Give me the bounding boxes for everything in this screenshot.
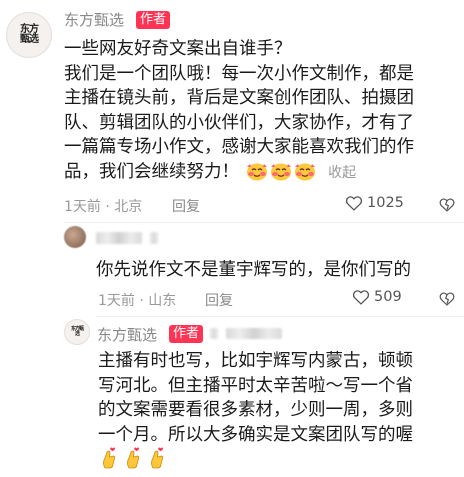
reply-line: 主播有时也写，比如宇辉写内蒙古，顿顿 <box>98 351 413 371</box>
comment-line: 品，我们会继续努力！ 收起 <box>64 160 459 189</box>
reply-line: 一个月。所以大多确实是文案团队写的喔 <box>98 424 413 445</box>
like-button[interactable]: 1025 <box>345 195 404 211</box>
reply-line: 写河北。但主播平时太辛苦啦～写一个省 <box>98 375 413 396</box>
reply-time-location: 1天前 · 山东 <box>98 293 177 309</box>
reply-line: 的文案需要看很多素材，少则一周，多则 <box>98 400 413 420</box>
reply-target-blurred <box>210 328 218 339</box>
comment-line: 一些网友好奇文案出自谁手？ <box>64 39 292 59</box>
like-count: 509 <box>374 289 402 305</box>
blush-emoji <box>246 161 268 189</box>
blush-emoji <box>270 161 292 189</box>
comment-line-text: 品，我们会继续努力！ <box>64 161 239 182</box>
heart-icon <box>345 196 363 211</box>
comment-line: 主播在镜头前，背后是文案创作团队、拍摄团 <box>64 88 414 108</box>
divider <box>64 222 464 223</box>
reply-button[interactable]: 回复 <box>205 290 233 310</box>
comment-line: 我们是一个团队哦！每一次小作文制作，都是 <box>64 63 414 84</box>
like-button[interactable]: 509 <box>352 289 402 305</box>
username[interactable]: 东方甄选 <box>64 9 124 30</box>
finger-heart-emoji <box>147 447 169 477</box>
author-badge: 作者 <box>169 325 204 343</box>
reply-button[interactable]: 回复 <box>172 196 200 216</box>
divider <box>96 316 464 317</box>
heart-icon <box>352 290 370 305</box>
avatar-blurred[interactable] <box>64 226 86 248</box>
comment-line: 队、剪辑团队的小伙伴们，大家协作，才有了 <box>64 112 414 133</box>
reply-text: 你先说作文不是董宇辉写的，是你们写的 <box>96 260 411 280</box>
username-blurred <box>150 232 158 244</box>
avatar-logo-text: 东方甄选 <box>71 326 84 337</box>
username[interactable]: 东方甄选 <box>97 324 157 345</box>
like-count: 1025 <box>367 195 404 211</box>
collapse-link[interactable]: 收起 <box>328 165 356 181</box>
comment-text: 一些网友好奇文案出自谁手？ 我们是一个团队哦！每一次小作文制作，都是 主播在镜头… <box>64 37 459 188</box>
comment-time-location: 1天前 · 北京 <box>64 199 143 215</box>
dislike-icon[interactable] <box>439 197 455 213</box>
avatar[interactable]: 东方甄选 <box>6 12 52 58</box>
author-badge: 作者 <box>136 11 171 29</box>
avatar-logo-text: 东方甄选 <box>20 24 39 45</box>
username-blurred <box>96 232 142 244</box>
blush-emoji <box>294 161 316 189</box>
finger-heart-emoji <box>123 447 145 477</box>
reply-text: 主播有时也写，比如宇辉写内蒙古，顿顿 写河北。但主播平时太辛苦啦～写一个省 的文… <box>98 349 464 473</box>
reply-emoji-line <box>98 447 464 473</box>
comment-line: 一篇篇专场小作文，感谢大家能喜欢我们的作 <box>64 137 414 157</box>
dislike-icon[interactable] <box>439 291 455 307</box>
finger-heart-emoji <box>99 447 121 477</box>
avatar[interactable]: 东方甄选 <box>64 319 90 345</box>
reply-target-blurred <box>226 328 282 339</box>
